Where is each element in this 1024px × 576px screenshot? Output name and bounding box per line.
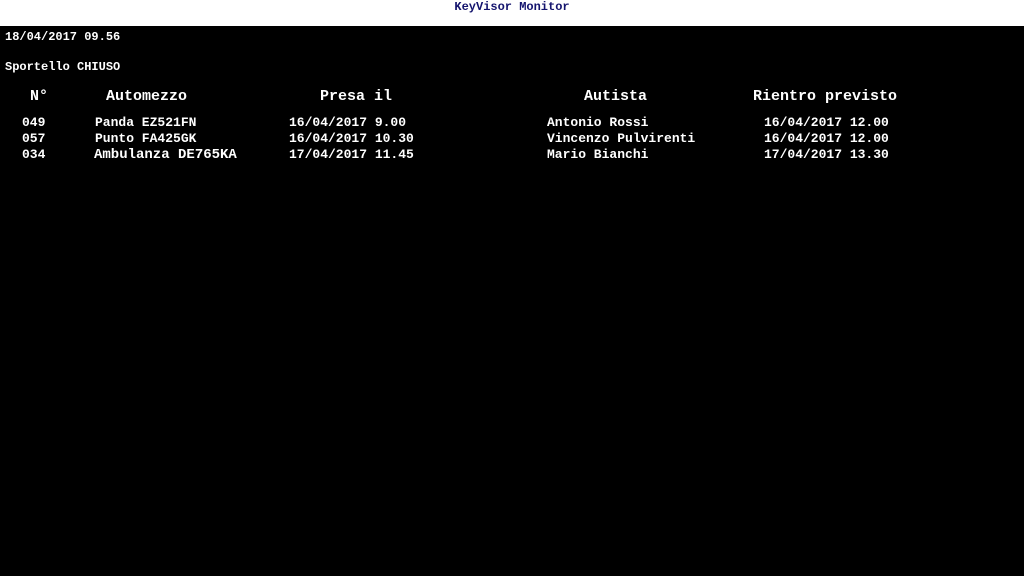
row-driver: Mario Bianchi — [547, 147, 649, 162]
row-return: 16/04/2017 12.00 — [764, 131, 889, 146]
row-vehicle: Ambulanza DE765KA — [94, 147, 237, 163]
column-header-return: Rientro previsto — [753, 88, 898, 105]
column-header-driver: Autista — [584, 88, 648, 105]
window-title: KeyVisor Monitor — [454, 0, 570, 14]
row-return: 17/04/2017 13.30 — [764, 147, 889, 162]
counter-status-value: CHIUSO — [77, 60, 121, 74]
row-number: 049 — [22, 115, 46, 130]
column-header-taken: Presa il — [320, 88, 393, 105]
row-taken: 17/04/2017 11.45 — [289, 147, 414, 162]
current-datetime: 18/04/2017 09.56 — [5, 30, 121, 44]
counter-status-label: Sportello — [5, 60, 70, 74]
window-title-bar: KeyVisor Monitor — [0, 0, 1024, 26]
monitor-screen: 18/04/2017 09.56 Sportello CHIUSO N° Aut… — [0, 26, 1024, 576]
column-header-vehicle: Automezzo — [106, 88, 188, 105]
row-driver: Vincenzo Pulvirenti — [547, 131, 696, 146]
row-number: 034 — [22, 147, 46, 162]
row-return: 16/04/2017 12.00 — [764, 115, 889, 130]
row-vehicle: Punto FA425GK — [95, 131, 197, 146]
row-vehicle: Panda EZ521FN — [95, 115, 197, 130]
column-header-number: N° — [30, 88, 49, 105]
row-taken: 16/04/2017 9.00 — [289, 115, 407, 130]
row-driver: Antonio Rossi — [547, 115, 649, 130]
row-taken: 16/04/2017 10.30 — [289, 131, 414, 146]
row-number: 057 — [22, 131, 46, 146]
counter-status: Sportello CHIUSO — [5, 60, 120, 74]
